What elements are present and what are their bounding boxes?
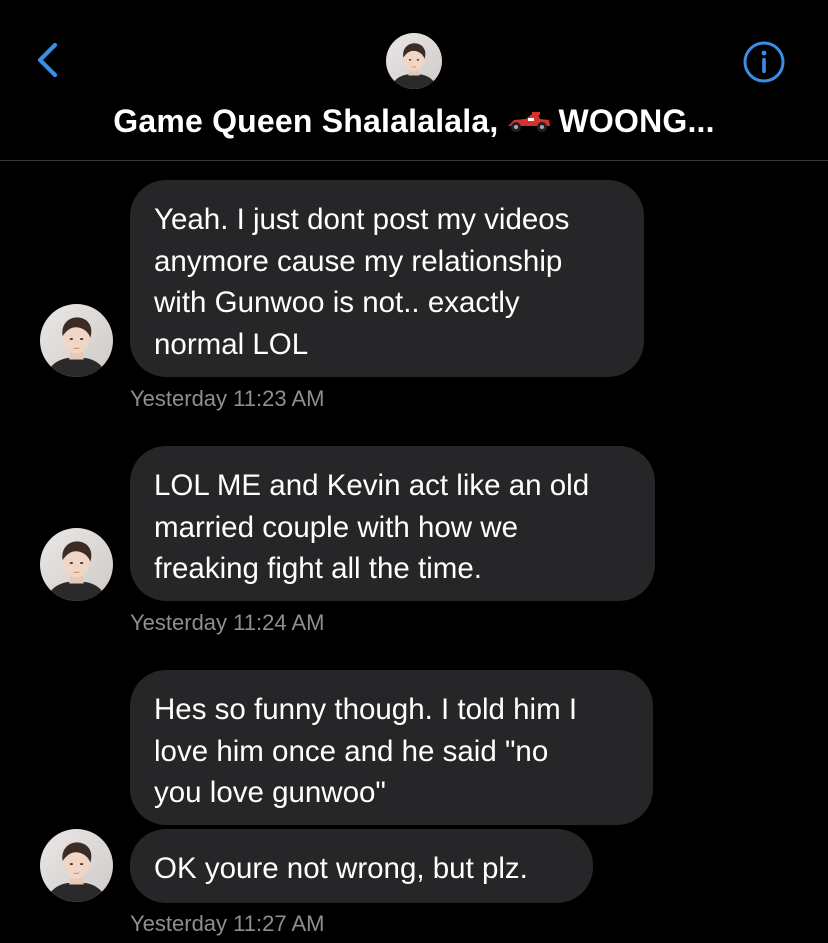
- title-names: Game Queen Shalalalala,: [113, 103, 499, 139]
- racing-car-icon: [506, 108, 552, 134]
- message-bubble[interactable]: Hes so funny though. I told him I love h…: [130, 670, 653, 825]
- group-avatar[interactable]: [386, 33, 442, 89]
- chevron-left-icon: [37, 42, 58, 78]
- info-icon: [743, 41, 785, 83]
- title-overflow: WOONG...: [558, 103, 715, 139]
- message-text: OK youre not wrong, but plz.: [154, 852, 528, 885]
- message-text: married couple with how we: [154, 510, 518, 544]
- message-text: Yeah. I just dont post my videos: [154, 203, 570, 236]
- message-text: freaking fight all the time.: [154, 552, 482, 585]
- message-text: Hes so funny though. I told him I: [154, 693, 578, 726]
- message-timestamp: Yesterday 11:23 AM: [130, 386, 325, 411]
- conversation-title[interactable]: Game Queen Shalalalala, WOONG...: [0, 103, 828, 140]
- message-bubble[interactable]: Yeah. I just dont post my videos anymore…: [130, 180, 644, 377]
- sender-avatar[interactable]: [40, 528, 113, 601]
- sender-avatar[interactable]: [40, 304, 113, 377]
- message-timestamp: Yesterday 11:24 AM: [130, 610, 325, 635]
- message-timestamp: Yesterday 11:27 AM: [130, 911, 325, 936]
- message-bubble[interactable]: LOL ME and Kevin act like an old married…: [130, 446, 655, 601]
- message-text: love him once and he said "no: [154, 734, 549, 768]
- message-text: anymore cause my relationship: [154, 244, 563, 278]
- message-text: normal LOL: [154, 327, 309, 361]
- conversation-header: Game Queen Shalalalala, WOONG...: [0, 0, 828, 161]
- message-bubble[interactable]: OK youre not wrong, but plz.: [130, 829, 593, 903]
- message-text: you love gunwoo": [154, 776, 386, 809]
- message-text: LOL ME and Kevin act like an old: [154, 469, 590, 502]
- message-text: with Gunwoo is not.. exactly: [154, 286, 520, 319]
- info-button[interactable]: [742, 40, 786, 84]
- sender-avatar[interactable]: [40, 829, 113, 902]
- back-button[interactable]: [28, 38, 68, 82]
